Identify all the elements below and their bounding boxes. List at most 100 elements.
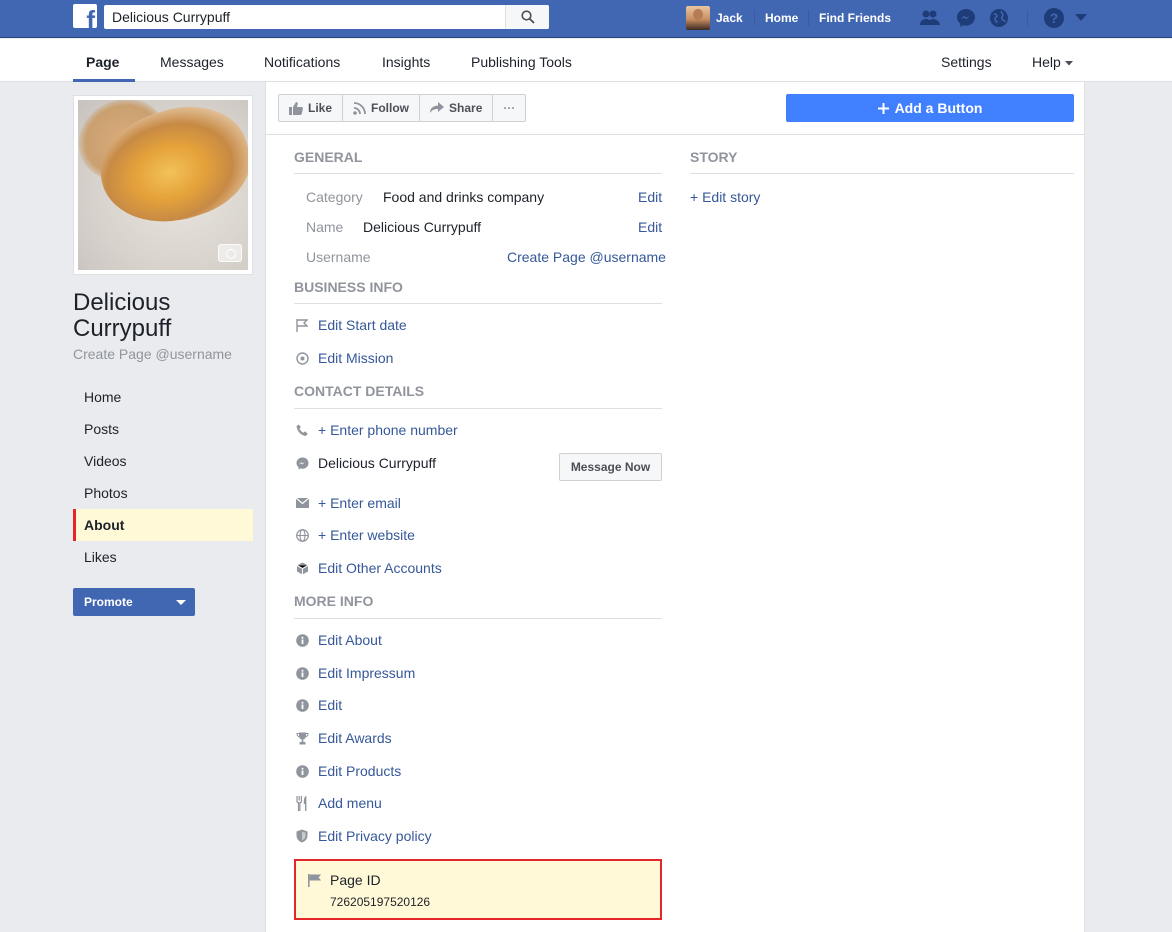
divider — [294, 618, 662, 619]
divider — [294, 173, 662, 174]
enter-email-link[interactable]: + Enter email — [318, 495, 401, 511]
edit-privacy-row[interactable]: Edit Privacy policy — [294, 828, 432, 844]
message-now-button[interactable]: Message Now — [559, 453, 662, 481]
trophy-icon — [294, 730, 310, 746]
rss-icon — [353, 101, 366, 115]
messenger-icon[interactable] — [955, 7, 977, 29]
like-button[interactable]: Like — [279, 95, 344, 121]
top-bar: f Jack Home Find Friends ? — [0, 0, 1172, 38]
share-arrow-icon — [430, 102, 445, 113]
add-a-button-label: Add a Button — [894, 100, 983, 116]
edit-row[interactable]: Edit — [294, 697, 342, 713]
divider — [754, 10, 755, 26]
sidebar-item-home[interactable]: Home — [73, 381, 253, 413]
edit-other-accounts-link[interactable]: Edit Other Accounts — [318, 560, 442, 576]
mission-icon — [294, 350, 310, 366]
page-navigation: Page Messages Notifications Insights Pub… — [0, 39, 1172, 82]
edit-about-row[interactable]: Edit About — [294, 632, 382, 648]
search-input[interactable] — [104, 5, 505, 29]
edit-products-link[interactable]: Edit Products — [318, 763, 401, 779]
home-link[interactable]: Home — [765, 11, 798, 25]
website-row[interactable]: + Enter website — [294, 527, 415, 543]
divider — [1027, 10, 1028, 26]
edit-story-link[interactable]: + Edit story — [690, 189, 760, 205]
edit-impressum-row[interactable]: Edit Impressum — [294, 665, 415, 681]
search-icon — [520, 10, 535, 24]
create-username-link[interactable]: Create Page @username — [507, 249, 666, 265]
edit-category-link[interactable]: Edit — [638, 189, 662, 205]
tab-messages[interactable]: Messages — [160, 54, 224, 70]
page-id-box: Page ID 726205197520126 — [294, 859, 662, 920]
tab-notifications[interactable]: Notifications — [264, 54, 340, 70]
profile-link[interactable]: Jack — [686, 6, 743, 30]
cube-icon — [294, 560, 310, 576]
divider — [690, 173, 1074, 174]
more-info-section-title: MORE INFO — [294, 593, 374, 609]
add-menu-row[interactable]: Add menu — [294, 795, 382, 811]
friend-requests-icon[interactable] — [919, 7, 941, 29]
profile-picture[interactable] — [73, 95, 253, 275]
edit-awards-row[interactable]: Edit Awards — [294, 730, 392, 746]
notifications-globe-icon[interactable] — [988, 7, 1010, 29]
contact-details-section-title: CONTACT DETAILS — [294, 383, 425, 399]
flag-icon — [294, 317, 310, 333]
edit-awards-link[interactable]: Edit Awards — [318, 730, 392, 746]
divider — [266, 134, 1084, 135]
sidebar-item-posts[interactable]: Posts — [73, 413, 253, 445]
enter-website-link[interactable]: + Enter website — [318, 527, 415, 543]
add-a-button-button[interactable]: Add a Button — [786, 94, 1074, 122]
add-menu-link[interactable]: Add menu — [318, 795, 382, 811]
edit-name-link[interactable]: Edit — [638, 219, 662, 235]
search-bar — [104, 5, 549, 29]
sidebar-item-about[interactable]: About — [73, 509, 253, 541]
info-icon — [294, 632, 310, 648]
thumbs-up-icon — [289, 101, 303, 115]
page-id-value: 726205197520126 — [330, 895, 431, 909]
tab-help[interactable]: Help — [1032, 54, 1073, 70]
edit-mission-row[interactable]: Edit Mission — [294, 350, 393, 366]
category-label: Category — [306, 189, 363, 205]
edit-link[interactable]: Edit — [318, 697, 342, 713]
like-label: Like — [308, 101, 333, 115]
search-button[interactable] — [505, 5, 549, 29]
currypuff-photo — [78, 100, 248, 270]
tab-insights[interactable]: Insights — [382, 54, 430, 70]
tab-settings[interactable]: Settings — [941, 54, 992, 70]
more-options-button[interactable]: ··· — [493, 95, 525, 121]
active-tab-indicator — [73, 79, 135, 82]
messenger-name: Delicious Currypuff — [318, 455, 437, 471]
share-button[interactable]: Share — [420, 95, 494, 121]
messenger-row: Delicious Currypuff — [294, 455, 436, 471]
sidebar-item-likes[interactable]: Likes — [73, 541, 253, 573]
tab-publishing-tools[interactable]: Publishing Tools — [471, 54, 572, 70]
other-accounts-row[interactable]: Edit Other Accounts — [294, 560, 442, 576]
edit-start-date-row[interactable]: Edit Start date — [294, 317, 407, 333]
business-info-section-title: BUSINESS INFO — [294, 279, 403, 295]
help-icon[interactable]: ? — [1043, 7, 1065, 29]
edit-impressum-link[interactable]: Edit Impressum — [318, 665, 415, 681]
edit-privacy-link[interactable]: Edit Privacy policy — [318, 828, 432, 844]
edit-mission-link[interactable]: Edit Mission — [318, 350, 393, 366]
edit-products-row[interactable]: Edit Products — [294, 763, 401, 779]
svg-text:?: ? — [1050, 10, 1059, 26]
facebook-logo-icon[interactable]: f — [73, 4, 97, 28]
sidebar-item-videos[interactable]: Videos — [73, 445, 253, 477]
tab-page[interactable]: Page — [86, 54, 119, 70]
create-username-link[interactable]: Create Page @username — [73, 346, 232, 362]
enter-phone-link[interactable]: + Enter phone number — [318, 422, 458, 438]
follow-button[interactable]: Follow — [343, 95, 421, 121]
email-row[interactable]: + Enter email — [294, 495, 401, 511]
camera-icon[interactable] — [218, 244, 242, 262]
find-friends-link[interactable]: Find Friends — [819, 11, 891, 25]
promote-label: Promote — [84, 595, 133, 609]
phone-row[interactable]: + Enter phone number — [294, 422, 458, 438]
edit-start-date-link[interactable]: Edit Start date — [318, 317, 407, 333]
more-options-icon: ··· — [503, 101, 516, 115]
edit-about-link[interactable]: Edit About — [318, 632, 382, 648]
divider — [808, 10, 809, 26]
chevron-down-icon[interactable] — [176, 600, 186, 605]
flag-icon — [308, 874, 322, 890]
account-menu-caret-icon[interactable] — [1070, 7, 1092, 29]
promote-button[interactable]: Promote — [73, 588, 195, 616]
sidebar-item-photos[interactable]: Photos — [73, 477, 253, 509]
